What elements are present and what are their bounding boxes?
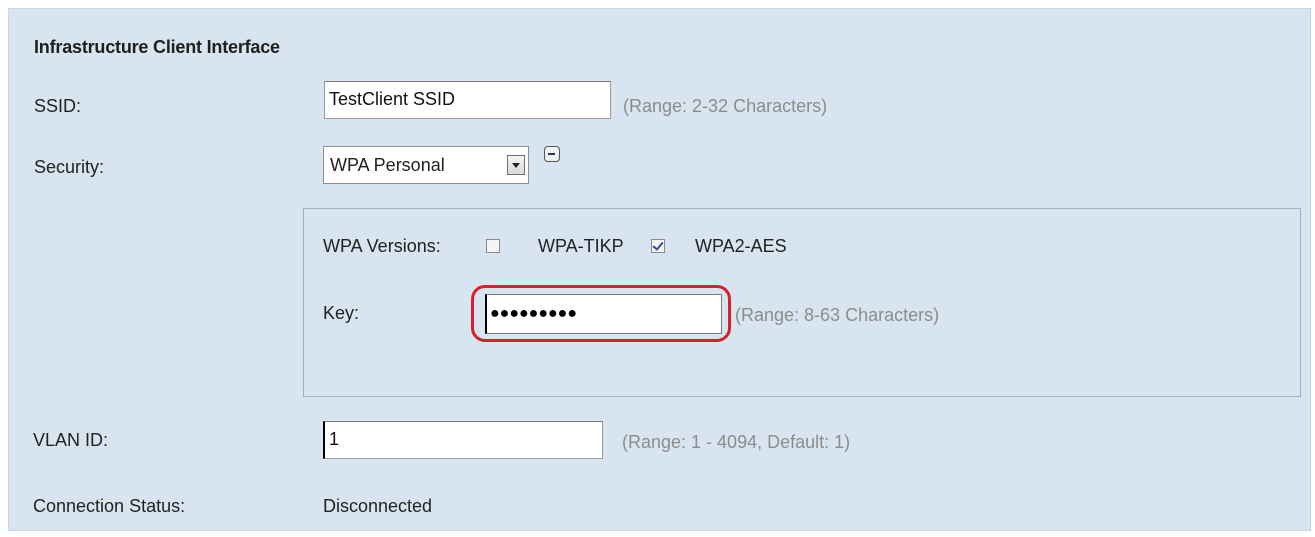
key-label: Key:	[323, 303, 360, 323]
key-range-hint: (Range: 8-63 Characters)	[735, 305, 940, 325]
vlan-range-hint: (Range: 1 - 4094, Default: 1)	[622, 432, 851, 452]
key-password-input[interactable]: ●●●●●●●●●	[485, 294, 722, 334]
ssid-range-hint: (Range: 2-32 Characters)	[623, 96, 828, 116]
connection-status-label: Connection Status:	[33, 496, 186, 516]
ssid-input[interactable]: TestClient SSID	[324, 81, 611, 119]
connection-status-value: Disconnected	[323, 496, 433, 516]
wpa-tikp-checkbox[interactable]	[486, 239, 500, 253]
security-label: Security:	[34, 157, 105, 177]
vlan-id-input[interactable]: 1	[323, 421, 603, 459]
security-selected-value: WPA Personal	[330, 155, 445, 175]
section-title: Infrastructure Client Interface	[34, 37, 280, 57]
vlan-id-label: VLAN ID:	[33, 430, 109, 450]
wpa-tikp-label: WPA-TIKP	[538, 236, 624, 256]
ssid-label: SSID:	[34, 96, 82, 116]
wpa-settings-subpanel	[303, 208, 1301, 397]
security-select[interactable]: WPA Personal	[323, 146, 529, 184]
wpa-versions-label: WPA Versions:	[323, 236, 441, 256]
minus-box-icon[interactable]	[544, 146, 560, 162]
wpa2-aes-label: WPA2-AES	[695, 236, 787, 256]
wpa2-aes-checkbox[interactable]	[651, 239, 665, 253]
chevron-down-icon[interactable]	[507, 155, 525, 175]
